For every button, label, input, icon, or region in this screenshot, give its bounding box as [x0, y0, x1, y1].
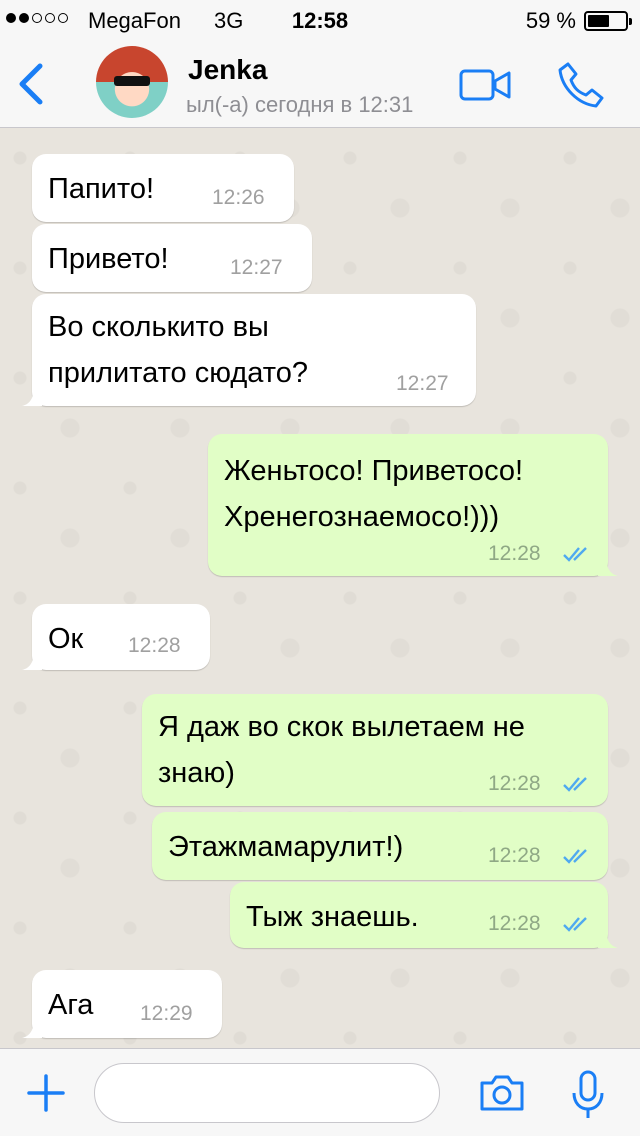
message-time: 12:28: [488, 772, 541, 795]
avatar[interactable]: [96, 46, 168, 118]
message-line: Я даж во скок вылетаем не: [158, 711, 525, 743]
message-text: Привето!: [48, 243, 169, 275]
message-time: 12:28: [488, 844, 541, 867]
message-time: 12:26: [212, 186, 265, 209]
message-text: Во сколькито вы прилитато сюдато?: [48, 304, 308, 396]
bubble-tail: [598, 556, 618, 576]
message-bubble-outgoing[interactable]: Этажмамарулит!) 12:28: [152, 812, 608, 880]
message-bubble-incoming[interactable]: Ок 12:28: [22, 604, 210, 670]
message-bubble-incoming[interactable]: Папито! 12:26: [32, 154, 294, 222]
message-line: Хренегознаемосо!))): [224, 501, 500, 533]
message-bubble-incoming[interactable]: Привето! 12:27: [32, 224, 312, 292]
read-ticks-icon: [563, 547, 587, 562]
battery-icon: [584, 11, 632, 31]
phone-icon[interactable]: [556, 60, 606, 110]
bubble-tail: [22, 1018, 42, 1038]
plus-icon[interactable]: [26, 1073, 66, 1113]
bubble-tail: [22, 386, 42, 406]
message-text: Тыж знаешь.: [246, 901, 419, 933]
message-line: Женьтосо! Приветосо!: [224, 455, 524, 487]
message-bubble-incoming[interactable]: Ага 12:29: [22, 970, 222, 1038]
message-line: Во сколькито вы: [48, 311, 269, 343]
read-ticks-icon: [563, 849, 587, 864]
message-text: Этажмамарулит!): [168, 831, 404, 863]
read-ticks-icon: [563, 917, 587, 932]
message-bubble-outgoing[interactable]: Я даж во скок вылетаем не знаю) 12:28: [142, 694, 608, 806]
read-ticks-icon: [563, 777, 587, 792]
video-camera-icon[interactable]: [458, 68, 512, 102]
message-time: 12:28: [488, 912, 541, 935]
message-time: 12:27: [230, 256, 283, 279]
chat-header: Jenka ыл(-а) сегодня в 12:31: [0, 40, 640, 128]
message-text: Я даж во скок вылетаем не знаю): [158, 704, 525, 796]
message-input[interactable]: [94, 1063, 440, 1123]
camera-icon[interactable]: [478, 1073, 526, 1113]
battery-percent: 59 %: [525, 8, 576, 33]
message-bubble-outgoing[interactable]: Тыж знаешь. 12:28: [230, 882, 618, 948]
microphone-icon[interactable]: [570, 1069, 606, 1121]
message-bubble-outgoing[interactable]: Женьтосо! Приветосо! Хренегознаемосо!)))…: [208, 434, 618, 576]
chevron-left-icon[interactable]: [14, 62, 50, 106]
contact-name[interactable]: Jenka: [188, 54, 267, 86]
message-line: прилитато сюдато?: [48, 357, 308, 389]
message-time: 12:27: [396, 372, 449, 395]
message-text: Ок: [48, 623, 84, 655]
message-line: знаю): [158, 757, 235, 789]
message-text: Ага: [48, 989, 94, 1021]
message-time: 12:28: [488, 542, 541, 565]
message-time: 12:28: [128, 634, 181, 657]
last-seen-status: ыл(-а) сегодня в 12:31: [186, 92, 414, 117]
message-text: Папито!: [48, 173, 155, 205]
message-text: Женьтосо! Приветосо! Хренегознаемосо!))): [224, 448, 523, 540]
bubble-tail: [22, 650, 42, 670]
status-bar: MegaFon 3G 12:58 59 %: [0, 0, 640, 40]
bubble-tail: [598, 928, 618, 948]
compose-bar: [0, 1048, 640, 1136]
message-list[interactable]: Папито! 12:26 Привето! 12:27 Во сколькит…: [0, 128, 640, 1048]
message-time: 12:29: [140, 1002, 193, 1025]
message-bubble-incoming[interactable]: Во сколькито вы прилитато сюдато? 12:27: [22, 294, 476, 406]
